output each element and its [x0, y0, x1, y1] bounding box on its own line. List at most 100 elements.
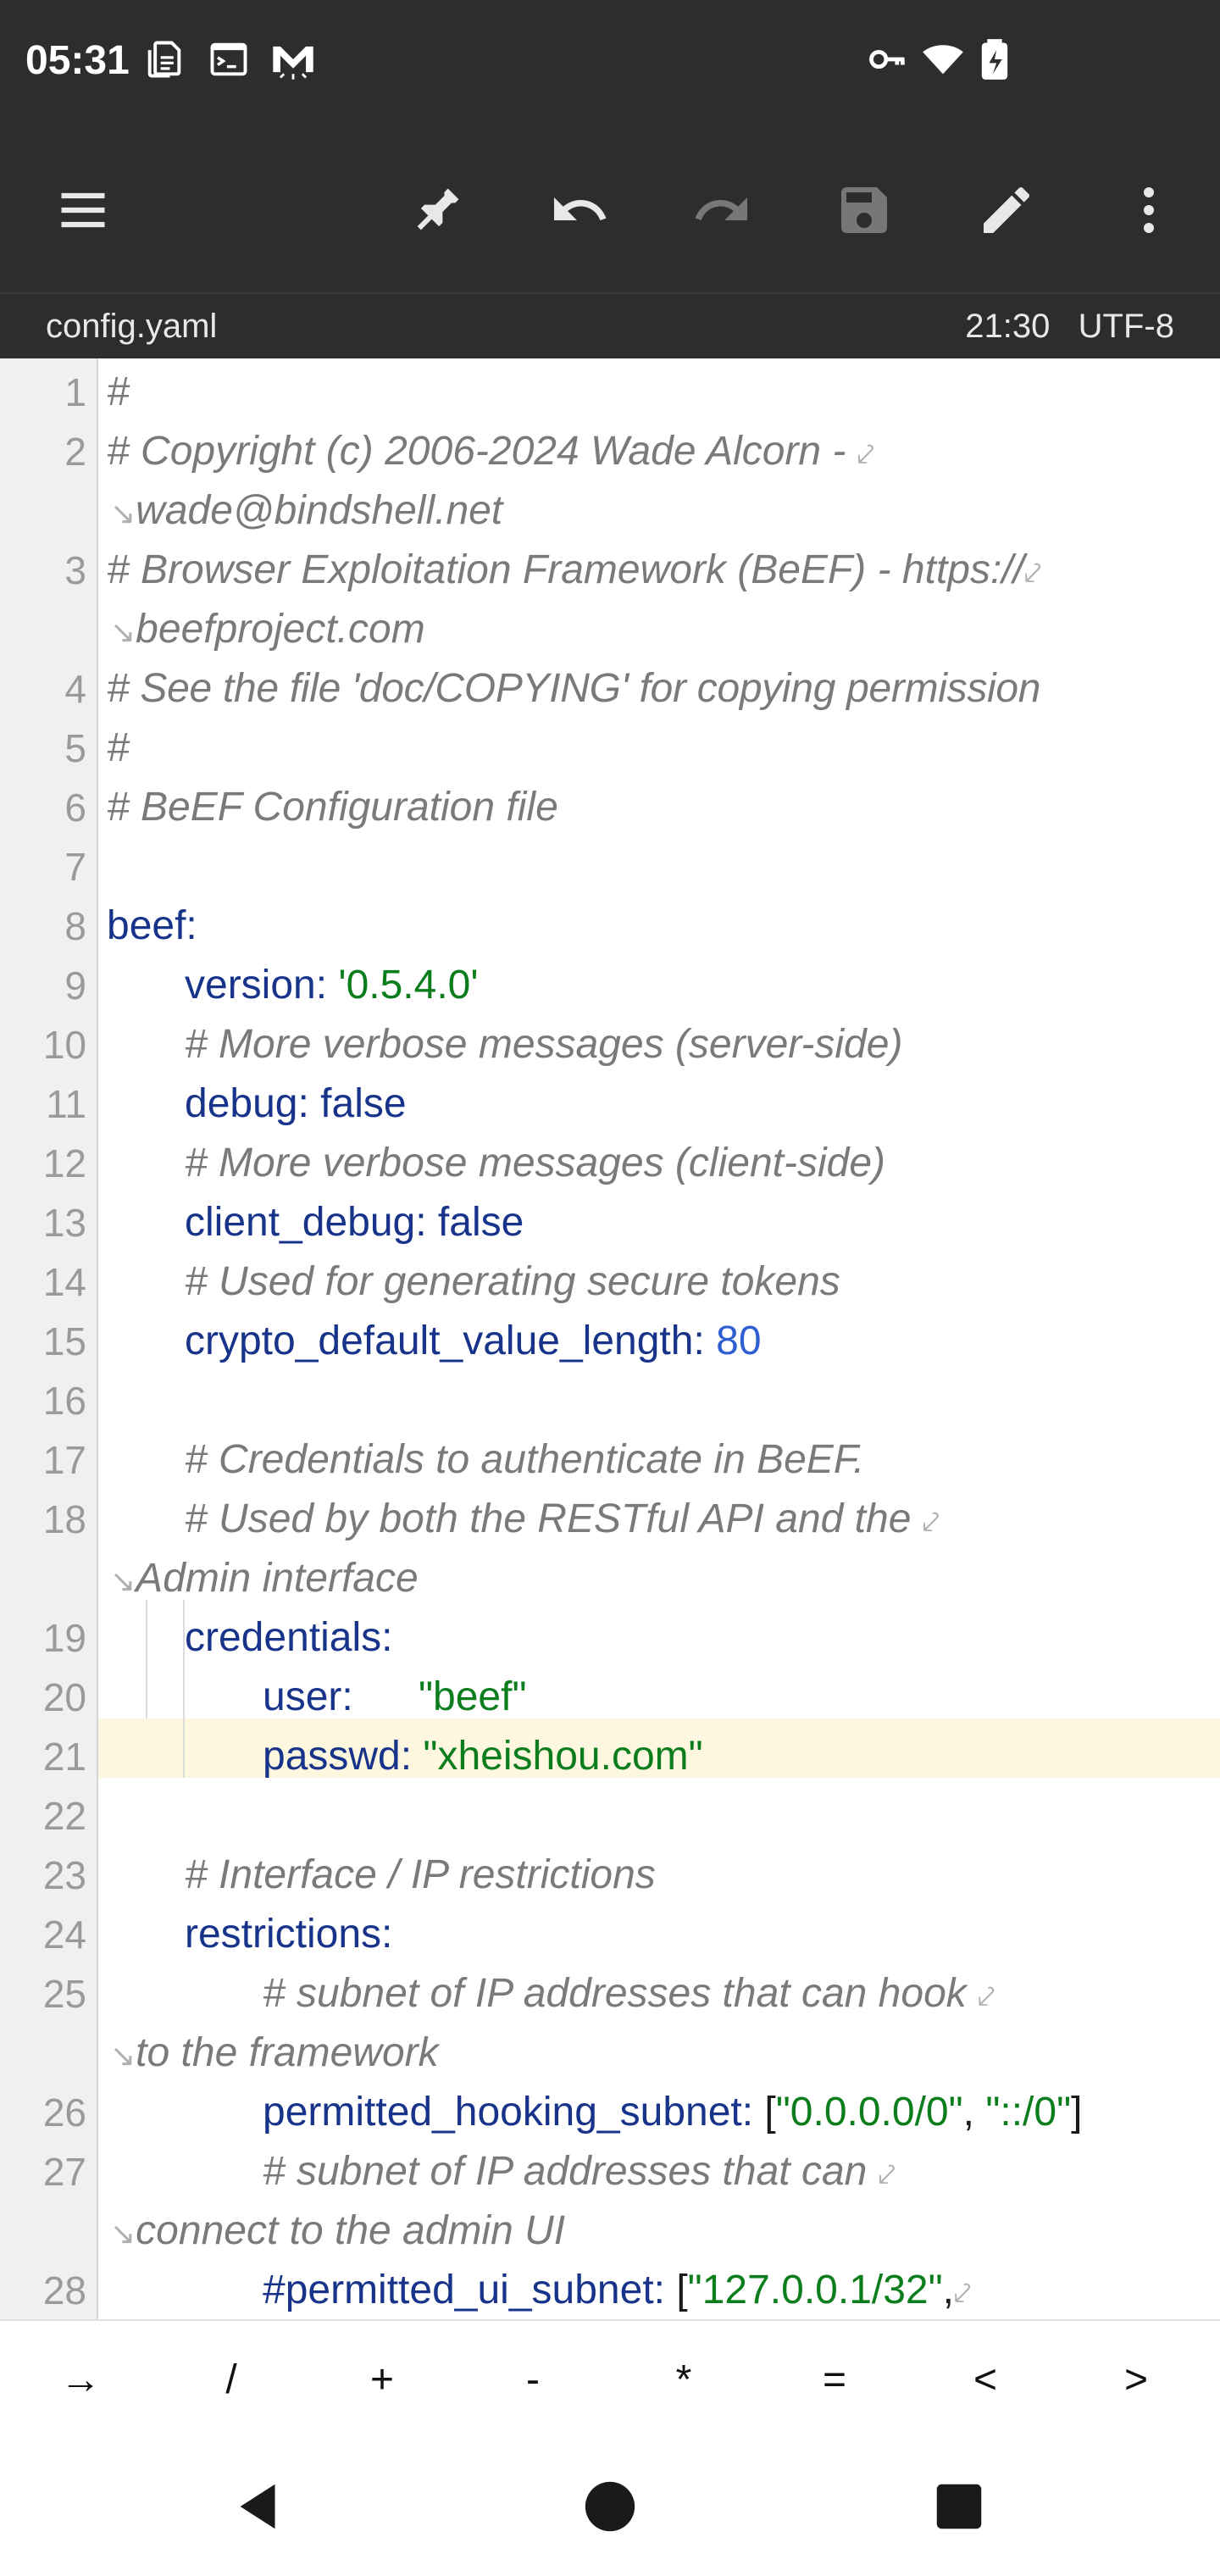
undo-icon[interactable] — [546, 176, 613, 244]
code-line: # BeEF Configuration file — [107, 785, 558, 830]
yaml-key: crypto_default_value_length: — [185, 1319, 717, 1363]
wifi-icon — [920, 37, 964, 81]
line-number: 10 — [42, 1023, 86, 1067]
line-number: 2 — [64, 430, 86, 474]
code-line: # Interface / IP restrictions — [185, 1852, 656, 1897]
key-minus[interactable]: - — [458, 2321, 608, 2440]
yaml-key: debug: — [185, 1081, 321, 1126]
line-number: 22 — [42, 1794, 86, 1838]
wrap-end-icon: ⤦ — [978, 1979, 995, 2013]
line-number: 28 — [42, 2268, 86, 2312]
yaml-key: passwd: — [263, 1734, 424, 1779]
wrap-end-icon: ⤦ — [954, 2275, 972, 2310]
line-number: 18 — [42, 1497, 86, 1541]
code-text: beefproject.com — [136, 607, 425, 652]
key-asterisk[interactable]: * — [608, 2321, 759, 2440]
line-number: 21 — [42, 1735, 86, 1779]
code-text: # Copyright (c) 2006-2024 Wade Alcorn - — [107, 429, 857, 474]
code-text: # Used by both the RESTful API and the — [185, 1496, 923, 1541]
line-number: 26 — [42, 2090, 86, 2135]
yaml-value: "0.0.0.0/0" — [775, 2090, 963, 2135]
edit-pencil-icon[interactable] — [973, 176, 1040, 244]
code-line: # More verbose messages (server-side) — [185, 1022, 903, 1067]
code-line: # subnet of IP addresses that can ⤦ — [263, 2142, 896, 2201]
yaml-value: false — [320, 1081, 407, 1126]
code-editor[interactable]: 1 2 3 4 5 6 7 8 9 10 11 12 13 14 15 16 1… — [0, 358, 1220, 2319]
code-text: # subnet of IP addresses that can hook — [263, 1971, 979, 2016]
symbol-key-bar: → / + - * = < > — [0, 2319, 1220, 2440]
back-icon[interactable] — [222, 2468, 298, 2545]
yaml-key: permitted_hooking_subnet: — [263, 2090, 765, 2135]
home-icon[interactable] — [572, 2468, 648, 2545]
code-line-continuation: ↘to the framework — [110, 2024, 439, 2083]
code-line: # More verbose messages (client-side) — [185, 1141, 885, 1185]
yaml-key: #permitted_ui_subnet: — [263, 2268, 677, 2312]
code-line: version: '0.5.4.0' — [185, 956, 479, 1015]
line-number: 1 — [64, 370, 86, 414]
code-line: permitted_hooking_subnet: ["0.0.0.0/0", … — [263, 2083, 1082, 2142]
key-plus[interactable]: + — [307, 2321, 458, 2440]
line-number: 13 — [42, 1201, 86, 1245]
menu-icon[interactable] — [49, 176, 117, 244]
redo-icon[interactable] — [688, 176, 756, 244]
files-notification-icon — [142, 37, 186, 81]
line-number: 14 — [42, 1260, 86, 1304]
yaml-key: user: — [263, 1674, 353, 1719]
code-line: # — [107, 369, 130, 414]
system-navigation-bar — [0, 2438, 1220, 2576]
line-number: 11 — [46, 1082, 86, 1126]
key-tab-arrow[interactable]: → — [5, 2321, 156, 2440]
terminal-notification-icon — [207, 37, 251, 81]
line-number: 17 — [42, 1438, 86, 1482]
code-line: debug: false — [185, 1074, 407, 1134]
yaml-key: client_debug: — [185, 1200, 438, 1245]
bracket: [ — [676, 2268, 688, 2312]
more-options-icon[interactable] — [1115, 176, 1183, 244]
separator: , — [962, 2090, 986, 2135]
bracket: [ — [764, 2090, 776, 2135]
line-number: 19 — [42, 1616, 86, 1660]
code-line: # Copyright (c) 2006-2024 Wade Alcorn - … — [107, 422, 874, 481]
code-line: beef: — [107, 903, 197, 948]
status-time: 05:31 — [25, 38, 130, 83]
cursor-position: 21:30 — [965, 308, 1051, 345]
line-number: 15 — [42, 1319, 86, 1363]
code-line: # Used by both the RESTful API and the ⤦ — [185, 1490, 940, 1549]
wrap-end-icon: ⤦ — [922, 1504, 940, 1539]
code-line-current: passwd: "xheishou.com" — [263, 1727, 703, 1786]
line-number: 16 — [42, 1379, 86, 1423]
code-text: # Browser Exploitation Framework (BeEF) … — [107, 547, 1024, 592]
key-equals[interactable]: = — [759, 2321, 910, 2440]
wrap-start-icon: ↘ — [110, 1563, 136, 1598]
line-number: 7 — [64, 845, 86, 889]
key-less-than[interactable]: < — [910, 2321, 1061, 2440]
line-number: 8 — [64, 904, 86, 948]
save-icon[interactable] — [830, 176, 898, 244]
file-name: config.yaml — [46, 308, 218, 345]
yaml-value: "beef" — [419, 1674, 527, 1719]
wrap-start-icon: ↘ — [110, 2038, 136, 2073]
code-line-continuation: ↘Admin interface — [110, 1549, 419, 1608]
line-number: 20 — [42, 1675, 86, 1719]
battery-icon — [976, 37, 1020, 81]
wrap-end-icon: ⤦ — [1024, 555, 1042, 590]
wrap-start-icon: ↘ — [110, 2216, 136, 2251]
yaml-value: 80 — [716, 1319, 762, 1363]
bracket: ] — [1071, 2090, 1083, 2135]
key-greater-than[interactable]: > — [1061, 2321, 1212, 2440]
pin-icon[interactable] — [403, 176, 471, 244]
code-line: # — [107, 725, 130, 770]
yaml-value: "::/0" — [985, 2090, 1072, 2135]
recents-icon[interactable] — [921, 2468, 997, 2545]
key-slash[interactable]: / — [156, 2321, 307, 2440]
line-number: 24 — [42, 1913, 86, 1957]
line-number: 5 — [64, 726, 86, 770]
code-line-continuation: ↘wade@bindshell.net — [110, 481, 502, 541]
editor-toolbar — [0, 127, 1220, 292]
yaml-value: '0.5.4.0' — [338, 963, 479, 1008]
wrap-start-icon: ↘ — [110, 614, 136, 649]
code-line: # Used for generating secure tokens — [185, 1259, 840, 1304]
code-line-continuation: ↘beefproject.com — [110, 600, 425, 659]
indent-guide — [183, 1718, 185, 1778]
code-line: restrictions: — [185, 1912, 393, 1957]
